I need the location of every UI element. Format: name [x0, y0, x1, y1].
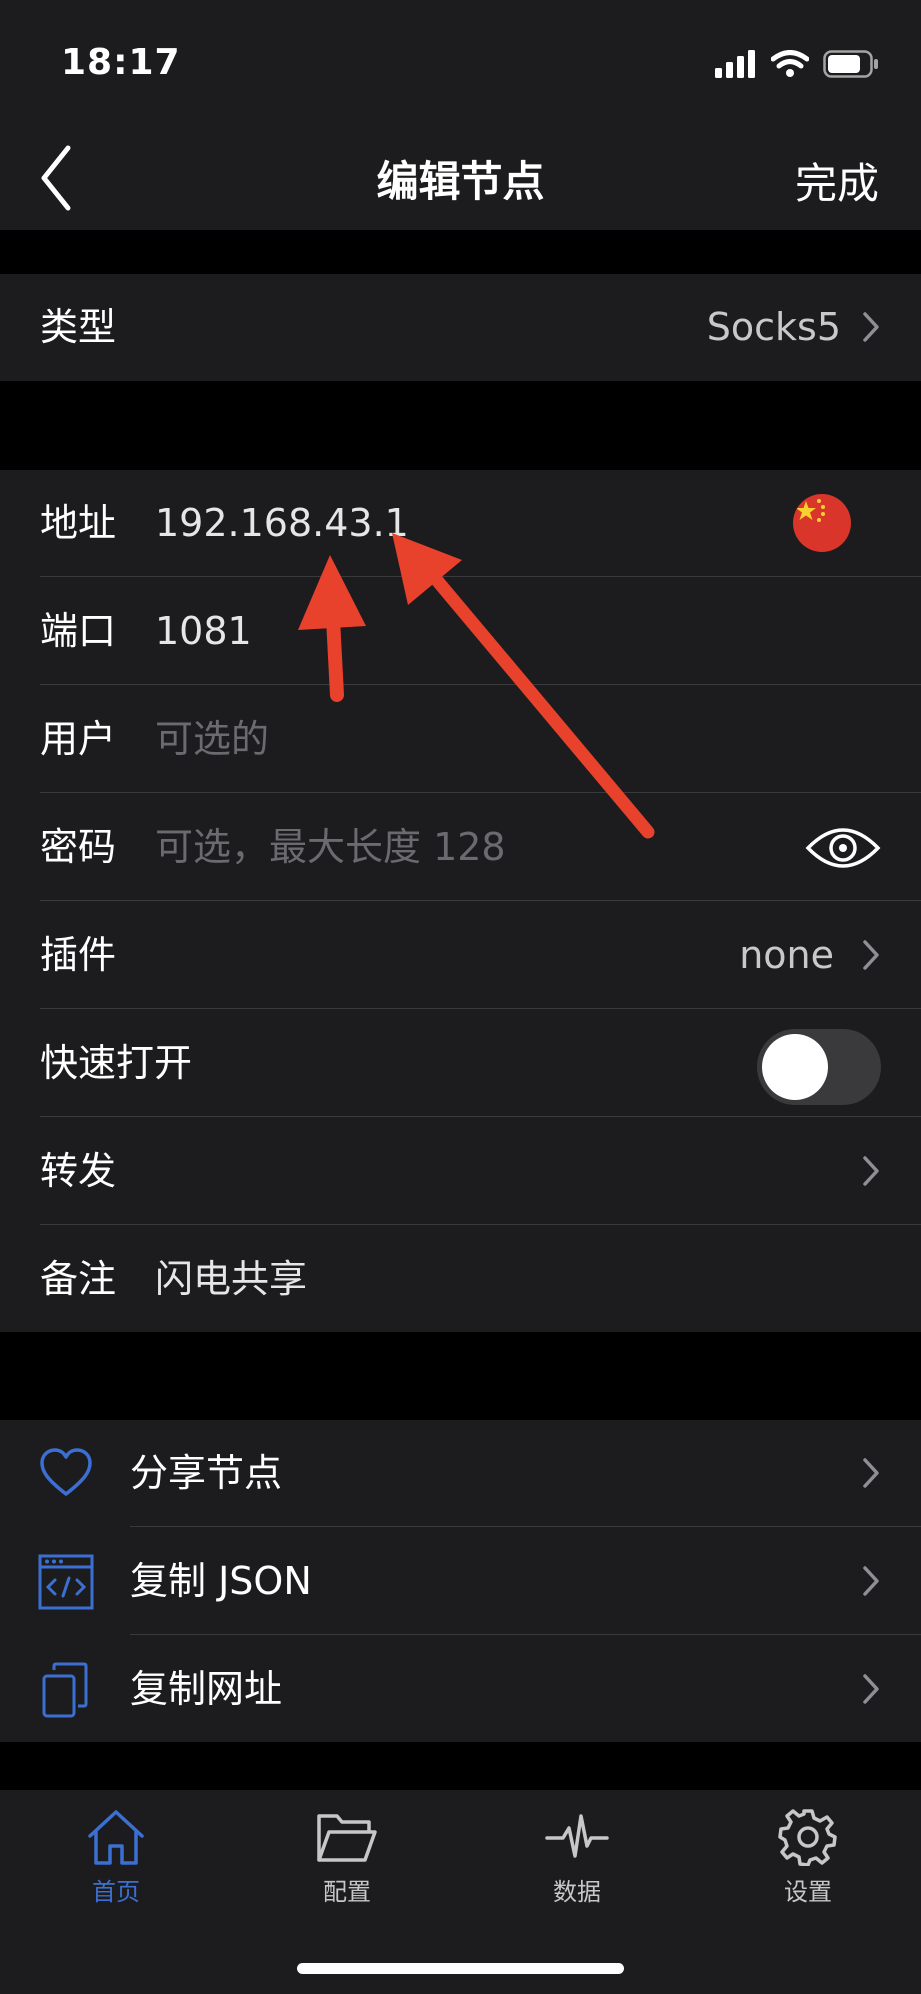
share-node-row[interactable]: 分享节点 — [0, 1420, 921, 1527]
copy-icon — [42, 1662, 88, 1718]
forward-label: 转发 — [40, 1149, 117, 1193]
china-flag-icon — [793, 494, 851, 552]
copy-url-row[interactable]: 复制网址 — [0, 1636, 921, 1743]
copy-json-row[interactable]: 复制 JSON — [0, 1528, 921, 1635]
eye-icon[interactable] — [805, 822, 881, 874]
code-window-icon — [38, 1554, 94, 1610]
toggle-knob — [762, 1034, 828, 1100]
copy-json-label: 复制 JSON — [130, 1559, 312, 1603]
page-title: 编辑节点 — [376, 157, 545, 206]
user-field[interactable]: 可选的 — [155, 686, 269, 793]
node-form: 地址 192.168.43.1 端口 1081 用户 可选的 密码 可选，最大长… — [0, 470, 921, 1332]
tab-home-label: 首页 — [92, 1878, 140, 1906]
note-label: 备注 — [40, 1257, 117, 1301]
tab-settings[interactable]: 设置 — [738, 1808, 878, 1907]
battery-icon — [823, 50, 878, 78]
share-node-label: 分享节点 — [130, 1451, 283, 1495]
password-row[interactable]: 密码 可选，最大长度 128 — [0, 794, 921, 901]
status-icons — [715, 50, 879, 78]
chevron-right-icon — [863, 1156, 879, 1186]
port-field[interactable]: 1081 — [155, 578, 252, 685]
tab-settings-label: 设置 — [784, 1878, 832, 1906]
tab-data-label: 数据 — [553, 1878, 601, 1906]
tab-config[interactable]: 配置 — [277, 1808, 417, 1907]
type-row[interactable]: 类型 Socks5 — [0, 274, 921, 381]
address-row[interactable]: 地址 192.168.43.1 — [0, 470, 921, 577]
plugin-label: 插件 — [40, 933, 117, 977]
type-group: 类型 Socks5 — [0, 274, 921, 381]
signal-icon — [715, 50, 755, 78]
chevron-right-icon — [863, 1458, 879, 1488]
plugin-value: none — [739, 933, 834, 977]
chevron-right-icon — [863, 312, 879, 342]
share-group: 分享节点 复制 JSON 复制网址 — [0, 1420, 921, 1742]
tab-home[interactable]: 首页 — [46, 1808, 186, 1907]
gear-icon — [778, 1809, 837, 1867]
chevron-right-icon — [863, 1674, 879, 1704]
home-icon — [88, 1810, 144, 1865]
note-field[interactable]: 闪电共享 — [155, 1226, 307, 1333]
heart-icon — [40, 1448, 92, 1496]
password-field[interactable]: 可选，最大长度 128 — [155, 794, 506, 901]
chevron-right-icon — [863, 1566, 879, 1596]
tab-config-label: 配置 — [323, 1878, 371, 1906]
quick-open-label: 快速打开 — [40, 1041, 193, 1085]
note-row[interactable]: 备注 闪电共享 — [0, 1226, 921, 1333]
status-time: 18:17 — [61, 42, 181, 83]
copy-url-label: 复制网址 — [130, 1667, 283, 1711]
port-row[interactable]: 端口 1081 — [0, 578, 921, 685]
user-label: 用户 — [40, 717, 117, 761]
chevron-right-icon — [863, 940, 879, 970]
type-label: 类型 — [40, 305, 117, 349]
wifi-icon — [771, 50, 809, 77]
pulse-icon — [545, 1814, 609, 1858]
quick-open-row: 快速打开 — [0, 1010, 921, 1117]
quick-open-toggle[interactable] — [757, 1029, 881, 1105]
address-field[interactable]: 192.168.43.1 — [155, 470, 409, 577]
done-button[interactable]: 完成 — [795, 150, 879, 211]
password-label: 密码 — [40, 825, 117, 869]
tab-data[interactable]: 数据 — [507, 1808, 647, 1907]
user-row[interactable]: 用户 可选的 — [0, 686, 921, 793]
folder-icon — [317, 1814, 377, 1862]
forward-row[interactable]: 转发 — [0, 1118, 921, 1225]
home-indicator — [297, 1963, 624, 1974]
type-value: Socks5 — [706, 305, 841, 349]
port-label: 端口 — [40, 609, 117, 653]
plugin-row[interactable]: 插件 none — [0, 902, 921, 1009]
address-label: 地址 — [40, 501, 117, 545]
